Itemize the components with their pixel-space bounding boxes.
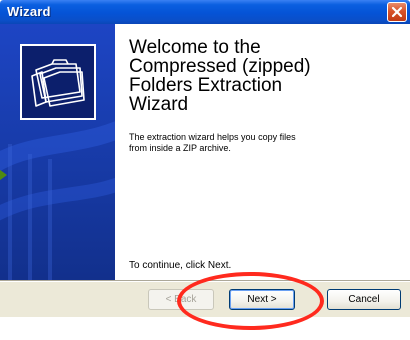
folders-icon-frame [20, 44, 96, 120]
description-text: The extraction wizard helps you copy fil… [129, 132, 399, 153]
welcome-line: Folders Extraction [129, 75, 283, 96]
welcome-line: Compressed (zipped) [129, 56, 311, 77]
cancel-button[interactable]: Cancel [327, 289, 401, 310]
back-button[interactable]: < Back [148, 289, 214, 310]
wizard-side-panel [0, 24, 115, 280]
welcome-heading: Welcome to the Compressed (zipped) Folde… [129, 38, 399, 114]
button-divider [0, 280, 410, 282]
description-line: The extraction wizard helps you copy fil… [129, 132, 296, 142]
next-button[interactable]: Next > [229, 289, 295, 310]
wizard-window: Wizard Welcome to the Compressed (zipped… [0, 0, 410, 317]
welcome-line: Wizard [129, 94, 189, 115]
description-line: from inside a ZIP archive. [129, 142, 231, 153]
wizard-content: Welcome to the Compressed (zipped) Folde… [115, 24, 410, 280]
title-bar[interactable]: Wizard [0, 0, 410, 24]
close-icon [391, 6, 403, 18]
welcome-line: Welcome to the [129, 37, 261, 58]
folders-icon [31, 59, 85, 107]
close-button[interactable] [387, 2, 407, 22]
window-title: Wizard [7, 4, 51, 19]
arrow-marker-icon [0, 167, 7, 183]
continue-instruction: To continue, click Next. [129, 260, 232, 271]
